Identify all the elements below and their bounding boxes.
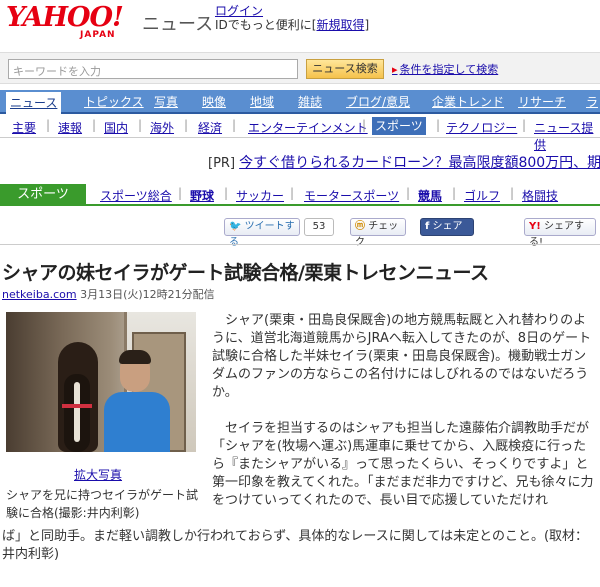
divider: | xyxy=(178,186,183,200)
sports-tab[interactable]: スポーツ xyxy=(0,184,86,206)
article-byline: netkeiba.com 3月13日(火)12時21分配信 xyxy=(2,286,215,302)
article-photo[interactable] xyxy=(6,312,196,452)
category-flash[interactable]: 速報 xyxy=(58,119,82,136)
zoom-photo-link[interactable]: 拡大写真 xyxy=(74,466,122,483)
main-nav: ニュース トピックス 写真 映像 地域 雑誌 ブログ/意見 企業トレンド リサー… xyxy=(0,90,600,114)
article-title: シャアの妹セイラがゲート試験合格/栗東トレセンニュース xyxy=(2,262,489,284)
nav-item-magazine[interactable]: 雑誌 xyxy=(298,93,322,111)
nav-item-trend[interactable]: 企業トレンド xyxy=(432,93,504,111)
category-main[interactable]: 主要 xyxy=(12,119,36,136)
photo-caption: シャアを兄に持つセイラがゲート試験に合格(撮影:井内利彰) xyxy=(6,488,199,520)
login-sub-prefix: IDでもっと便利に[ xyxy=(215,18,317,32)
section-title: ニュース xyxy=(142,14,214,35)
signup-link[interactable]: 新規取得 xyxy=(316,18,364,32)
tweet-count: 53 xyxy=(304,218,334,236)
sports-item-baseball[interactable]: 野球 xyxy=(190,187,214,204)
mixi-check-button[interactable]: ⓜ チェック xyxy=(350,218,406,248)
divider: | xyxy=(510,186,515,200)
facebook-label: シェア xyxy=(432,221,463,232)
category-sports[interactable]: スポーツ xyxy=(372,117,426,135)
twitter-bird-icon: 🐦 xyxy=(229,221,242,232)
nav-item-research[interactable]: リサーチ xyxy=(518,93,566,111)
logo-text: YAHOO! xyxy=(6,2,124,33)
publish-date: 3月13日(火)12時21分配信 xyxy=(80,288,215,301)
article-paragraph-continued: ば」と同助手。まだ軽い調教しか行われておらず、具体的なレースに関しては未定とのこ… xyxy=(2,529,589,562)
sports-item-golf[interactable]: ゴルフ xyxy=(464,187,500,204)
pr-ad: [PR] 今すぐ借りられるカードローン？最高限度額800万円、期 xyxy=(208,152,600,172)
sports-item-soccer[interactable]: サッカー xyxy=(236,187,284,204)
login-sub-suffix: ] xyxy=(364,18,370,32)
category-economy[interactable]: 経済 xyxy=(198,119,222,136)
divider: | xyxy=(452,186,457,200)
sports-item-horse-racing[interactable]: 競馬 xyxy=(418,187,442,204)
mixi-icon: ⓜ xyxy=(355,221,365,232)
article-body: シャア(栗東・田島良保厩舎)の地方競馬転厩と入れ替わりのように、道営北海道競馬か… xyxy=(212,312,596,528)
divider xyxy=(0,244,600,245)
divider: | xyxy=(224,186,229,200)
logo-sub-text: JAPAN xyxy=(80,30,116,40)
pr-label: [PR] xyxy=(208,156,236,171)
sports-item-martial-arts[interactable]: 格闘技 xyxy=(522,187,558,204)
yahoo-share-button[interactable]: Y! シェアする! xyxy=(524,218,596,248)
article-paragraph: シャア(栗東・田島良保厩舎)の地方競馬転厩と入れ替わりのように、道営北海道競馬か… xyxy=(212,313,592,400)
divider: | xyxy=(92,118,97,132)
category-providers[interactable]: ニュース提供 xyxy=(534,119,600,153)
category-domestic[interactable]: 国内 xyxy=(104,119,128,136)
pr-link[interactable]: 今すぐ借りられるカードローン？最高限度額800万円、期 xyxy=(239,155,600,171)
nav-item-photo[interactable]: 写真 xyxy=(154,93,178,111)
divider: | xyxy=(46,118,51,132)
social-bar: 🐦 ツイートする 53 ⓜ チェック f シェア Y! シェアする! xyxy=(0,216,600,248)
divider: | xyxy=(362,118,367,132)
divider: | xyxy=(436,118,441,132)
nav-item-video[interactable]: 映像 xyxy=(202,93,226,111)
news-search-button[interactable]: ニュース検索 xyxy=(306,59,384,79)
tweet-button[interactable]: 🐦 ツイートする xyxy=(224,218,300,248)
divider: | xyxy=(184,118,189,132)
category-technology[interactable]: テクノロジー xyxy=(446,119,517,136)
header: YAHOO! JAPAN ニュース ログイン IDでもっと便利に[新規取得] xyxy=(0,0,600,46)
yahoo-japan-logo[interactable]: YAHOO! JAPAN xyxy=(6,4,136,42)
divider: | xyxy=(232,118,237,132)
login-sub: IDでもっと便利に[新規取得] xyxy=(215,16,369,33)
facebook-share-button[interactable]: f シェア xyxy=(420,218,474,236)
advanced-search-link[interactable]: 条件を指定して検索 xyxy=(392,61,499,77)
sports-item-motorsports[interactable]: モータースポーツ xyxy=(304,187,399,204)
article-paragraph: セイラを担当するのはシャアも担当した遠藤佑介調教助手だが「シャアを(牧場へ運ぶ)… xyxy=(212,421,594,508)
divider: | xyxy=(138,118,143,132)
search-input[interactable]: キーワードを入力 xyxy=(8,59,298,79)
divider: | xyxy=(522,118,527,132)
nav-item-local[interactable]: 地域 xyxy=(250,93,274,111)
category-entertainment[interactable]: エンターテインメント xyxy=(248,119,368,136)
nav-item-more[interactable]: ラ xyxy=(586,93,598,111)
sports-nav: スポーツ スポーツ総合 | 野球 | サッカー | モータースポーツ | 競馬 … xyxy=(0,184,600,206)
nav-item-topics[interactable]: トピックス xyxy=(84,93,144,111)
divider: | xyxy=(290,186,295,200)
search-bar: キーワードを入力 ニュース検索 条件を指定して検索 xyxy=(0,52,600,84)
yahoo-y-icon: Y! xyxy=(529,221,541,232)
nav-item-news[interactable]: ニュース xyxy=(6,92,62,114)
category-nav: 主要 | 速報 | 国内 | 海外 | 経済 | エンターテインメント | スポ… xyxy=(0,116,600,152)
nav-item-blog[interactable]: ブログ/意見 xyxy=(346,93,410,111)
category-world[interactable]: 海外 xyxy=(150,119,174,136)
source-link[interactable]: netkeiba.com xyxy=(2,288,77,301)
facebook-icon: f xyxy=(425,221,430,232)
divider: | xyxy=(406,186,411,200)
sports-item-general[interactable]: スポーツ総合 xyxy=(100,187,172,204)
